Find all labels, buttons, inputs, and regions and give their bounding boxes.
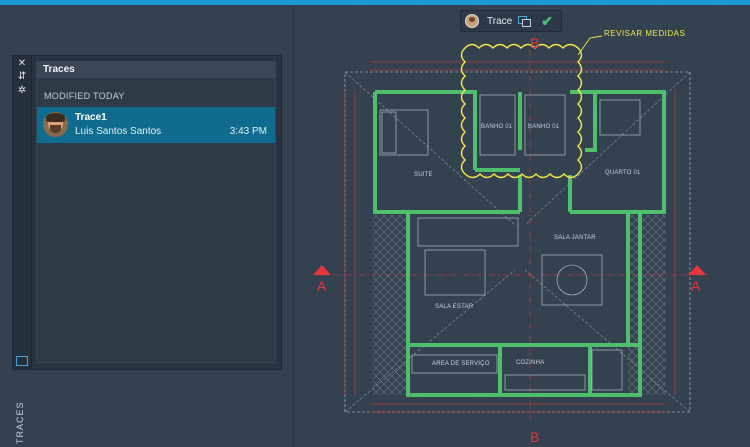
traces-palette: ✕ ⇵ ✲ TRACES Traces MODIFIED TODAY Trace… bbox=[12, 55, 282, 444]
section-label-b-bottom: B bbox=[530, 429, 540, 445]
settings-icon[interactable]: ✲ bbox=[17, 86, 27, 96]
accept-trace-button[interactable]: ✔ bbox=[541, 14, 553, 28]
room-label-suite: SUITE bbox=[414, 172, 433, 178]
close-icon[interactable]: ✕ bbox=[17, 59, 27, 69]
palette-title: Traces bbox=[37, 62, 275, 78]
room-label-cozinha: COZINHA bbox=[516, 360, 545, 366]
trace-toolbar: Trace ✔ bbox=[460, 10, 562, 32]
room-label-sala-estar: SALA ESTAR bbox=[435, 304, 474, 310]
room-label-quarto: QUARTO 01 bbox=[605, 170, 641, 176]
room-label-banho-2: BANHO 01 bbox=[528, 124, 560, 130]
trace-time: 3:43 PM bbox=[229, 126, 267, 137]
traces-icon bbox=[16, 356, 28, 366]
room-label-sala-jantar: SALA JANTAR bbox=[554, 235, 596, 241]
trace-list-item[interactable]: Trace1 Luis Santos Santos 3:43 PM bbox=[37, 107, 275, 143]
section-header-modified-today: MODIFIED TODAY bbox=[44, 91, 125, 101]
room-label-banho-1: BANHO 01 bbox=[481, 124, 513, 130]
palette-content: Traces MODIFIED TODAY Trace1 Luis Santos… bbox=[36, 61, 276, 363]
room-label-area-servico: AREA DE SERVIÇO bbox=[432, 361, 490, 367]
markup-icon[interactable] bbox=[518, 15, 532, 27]
section-label-a-left: A bbox=[317, 278, 327, 294]
section-label-a-right: A bbox=[691, 278, 701, 294]
revision-note: REVISAR MEDIDAS bbox=[604, 29, 686, 38]
section-label-b-top: B bbox=[530, 35, 540, 51]
user-avatar-icon bbox=[465, 14, 479, 28]
trace-author: Luis Santos Santos bbox=[75, 126, 162, 137]
palette-side-label: TRACES bbox=[15, 401, 25, 444]
palette-side-strip: ✕ ⇵ ✲ TRACES bbox=[13, 56, 32, 444]
trace-name: Trace1 bbox=[75, 112, 107, 123]
trace-toolbar-label[interactable]: Trace bbox=[487, 16, 512, 27]
autohide-icon[interactable]: ⇵ bbox=[17, 72, 27, 82]
viewport-divider bbox=[293, 5, 294, 447]
user-avatar bbox=[43, 112, 68, 137]
